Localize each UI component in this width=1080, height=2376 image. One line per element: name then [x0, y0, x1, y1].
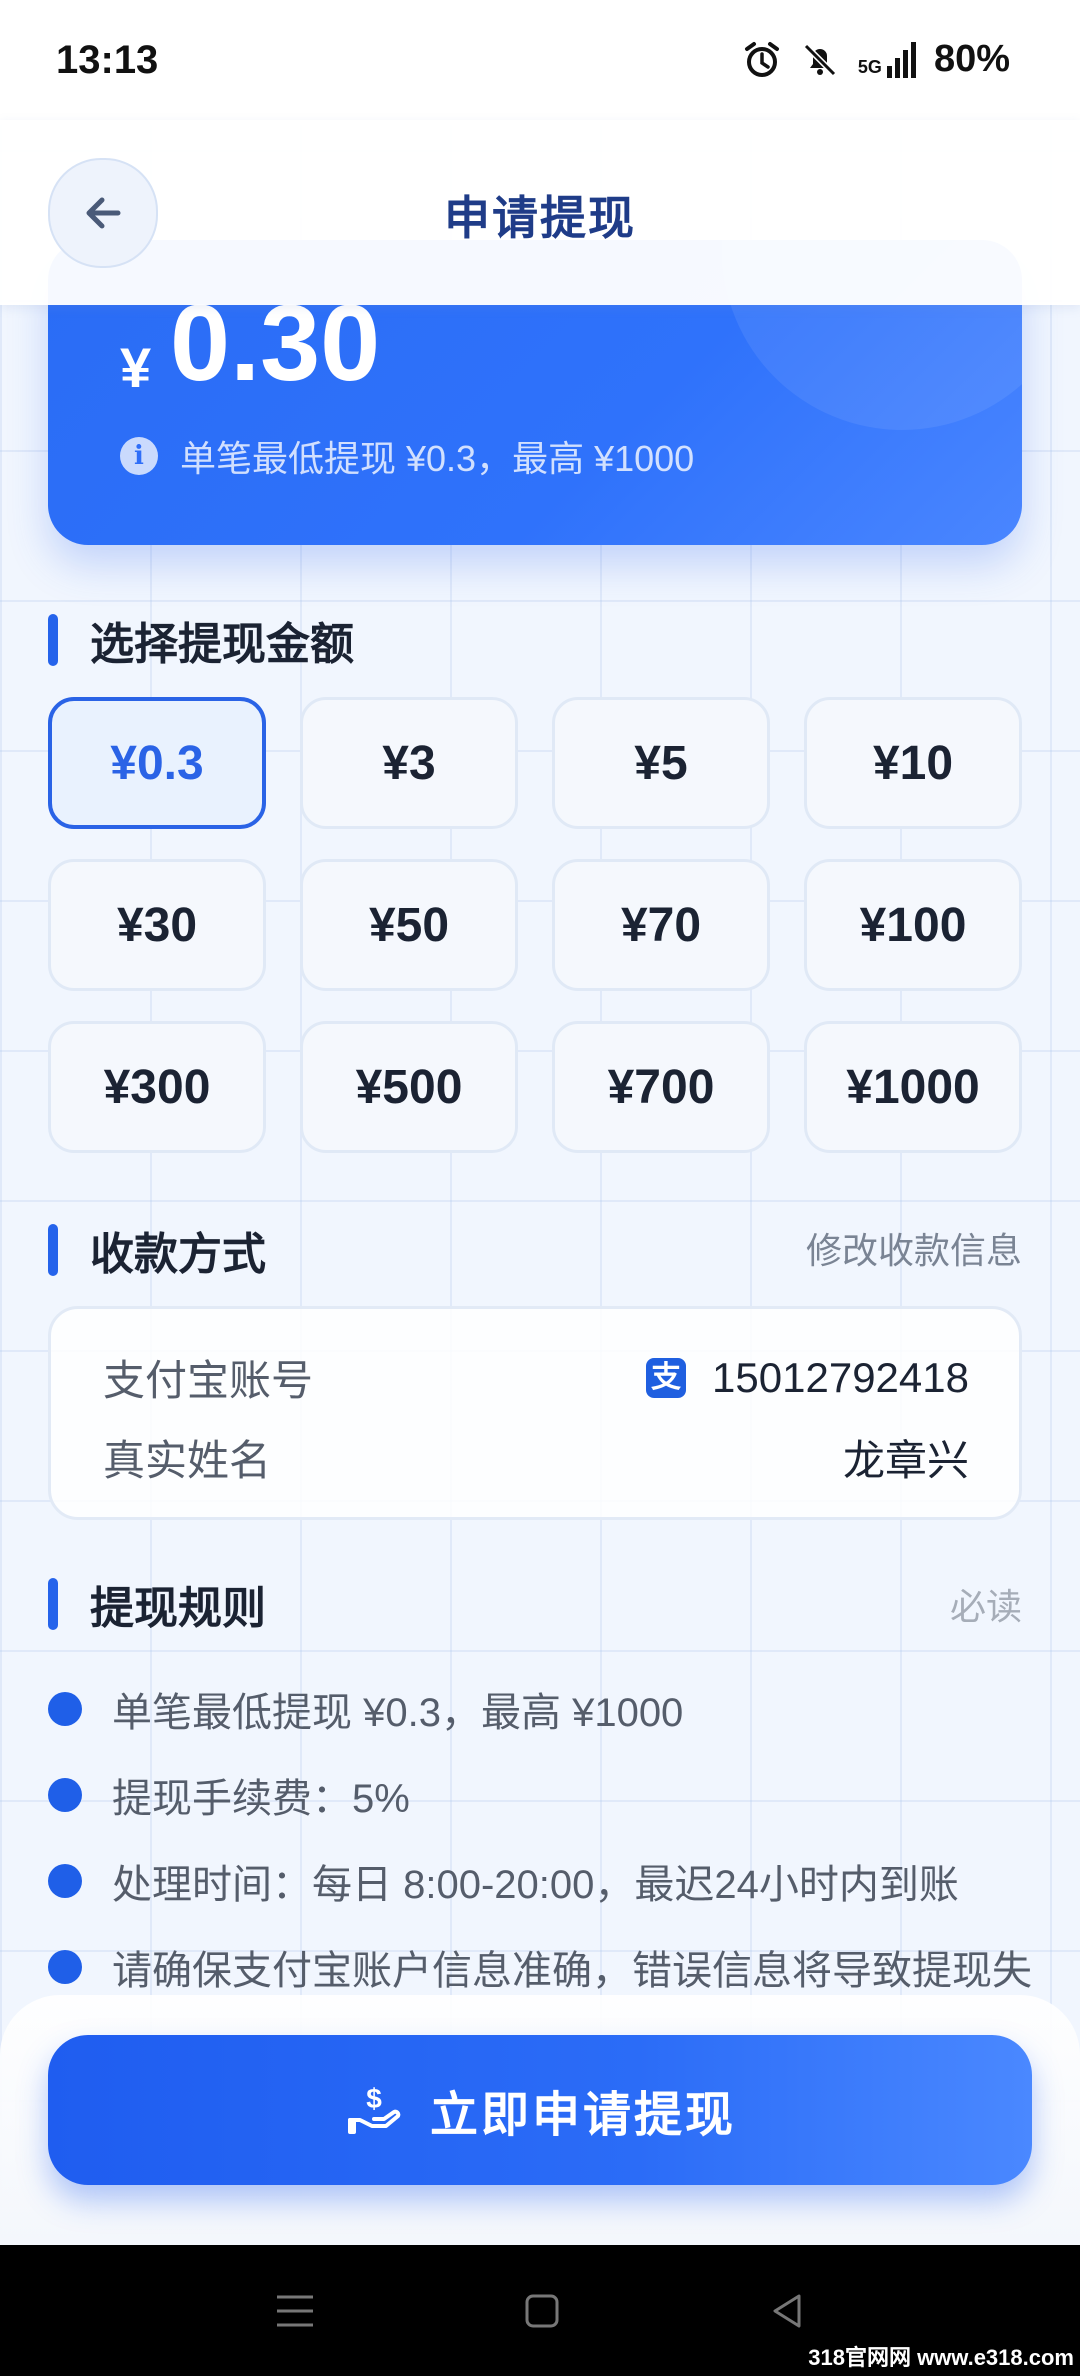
amount-section-title: 选择提现金额 — [90, 620, 354, 669]
alipay-account-row: 支付宝账号 支 15012792418 — [103, 1347, 969, 1408]
network-indicator: 5G — [857, 41, 916, 78]
amount-option[interactable]: ¥30 — [48, 859, 266, 991]
network-label: 5G — [857, 56, 882, 77]
alipay-account-label: 支付宝账号 — [103, 1357, 314, 1404]
alarm-icon — [744, 41, 779, 77]
bullet-dot — [48, 1950, 82, 1984]
real-name-value: 龙章兴 — [842, 1437, 969, 1484]
submit-withdraw-button[interactable]: $ 立即申请提现 — [48, 2035, 1032, 2185]
amount-option[interactable]: ¥10 — [804, 697, 1022, 829]
status-icons: 5G 80% — [742, 38, 1010, 81]
rule-text: 单笔最低提现 ¥0.3，最高 ¥1000 — [112, 1691, 684, 1735]
amount-option[interactable]: ¥300 — [48, 1021, 266, 1153]
submit-button-label: 立即申请提现 — [429, 2089, 736, 2142]
watermark: 318官网网 www.e318.com — [808, 2345, 1074, 2370]
rule-text: 请确保支付宝账户信息准确，错误信息将导致提现失 — [112, 1949, 1032, 1993]
hand-money-icon: $ — [347, 2083, 401, 2134]
rule-item: 单笔最低提现 ¥0.3，最高 ¥1000 — [48, 1680, 683, 1738]
amount-option[interactable]: ¥100 — [804, 859, 1022, 991]
svg-text:$: $ — [366, 2083, 382, 2114]
battery-level: 80% — [933, 38, 1010, 80]
rules-section-header: 提现规则 — [48, 1572, 266, 1636]
rule-item: 处理时间：每日 8:00-20:00，最迟24小时内到账 — [48, 1852, 959, 1910]
amount-options: ¥0.3 ¥3 ¥5 ¥10 ¥30 ¥50 ¥70 ¥100 ¥300 ¥50… — [48, 697, 1022, 1153]
amount-option[interactable]: ¥3 — [300, 697, 518, 829]
rule-text: 处理时间：每日 8:00-20:00，最迟24小时内到账 — [112, 1863, 959, 1907]
system-nav-bar: 318官网网 www.e318.com — [0, 2245, 1080, 2376]
balance-note-text: 单笔最低提现 ¥0.3，最高 ¥1000 — [180, 438, 695, 479]
rules-section-title: 提现规则 — [90, 1584, 266, 1633]
page-header: 申请提现 — [0, 120, 1080, 305]
amount-option-selected[interactable]: ¥0.3 — [48, 697, 266, 829]
bullet-dot — [48, 1778, 82, 1812]
real-name-row: 真实姓名 龙章兴 — [103, 1427, 969, 1488]
amount-option[interactable]: ¥50 — [300, 859, 518, 991]
status-time: 13:13 — [56, 38, 159, 82]
info-icon: i — [120, 437, 158, 475]
amount-option[interactable]: ¥500 — [300, 1021, 518, 1153]
bullet-dot — [48, 1692, 82, 1726]
status-bar: 13:13 5G 80% — [0, 0, 1080, 125]
section-accent-bar — [48, 614, 58, 666]
rule-item: 请确保支付宝账户信息准确，错误信息将导致提现失 — [48, 1938, 1032, 1996]
back-nav-icon[interactable] — [767, 2291, 807, 2331]
menu-icon[interactable] — [273, 2291, 317, 2331]
home-icon[interactable] — [522, 2291, 562, 2331]
bullet-dot — [48, 1864, 82, 1898]
payment-section-title: 收款方式 — [90, 1230, 266, 1279]
real-name-label: 真实姓名 — [103, 1437, 272, 1484]
page-title: 申请提现 — [444, 192, 636, 244]
balance-note: i 单笔最低提现 ¥0.3，最高 ¥1000 — [120, 430, 694, 482]
currency-symbol: ¥ — [120, 336, 152, 399]
bell-muted-icon — [803, 43, 837, 76]
rule-item: 提现手续费：5% — [48, 1766, 410, 1824]
payment-info-card: 支付宝账号 支 15012792418 真实姓名 龙章兴 — [48, 1306, 1022, 1520]
rule-text: 提现手续费：5% — [112, 1777, 410, 1821]
amount-option[interactable]: ¥70 — [552, 859, 770, 991]
amount-option[interactable]: ¥5 — [552, 697, 770, 829]
amount-section-header: 选择提现金额 — [48, 608, 354, 672]
section-accent-bar — [48, 1578, 58, 1630]
amount-option[interactable]: ¥1000 — [804, 1021, 1022, 1153]
alipay-icon: 支 — [646, 1357, 687, 1398]
payment-section-header: 收款方式 — [48, 1218, 266, 1282]
must-read-tag: 必读 — [949, 1586, 1022, 1627]
edit-payment-link[interactable]: 修改收款信息 — [806, 1222, 1022, 1274]
section-accent-bar — [48, 1224, 58, 1276]
alipay-account: 支 15012792418 — [646, 1354, 969, 1402]
amount-option[interactable]: ¥700 — [552, 1021, 770, 1153]
alipay-account-value: 15012792418 — [712, 1353, 969, 1401]
